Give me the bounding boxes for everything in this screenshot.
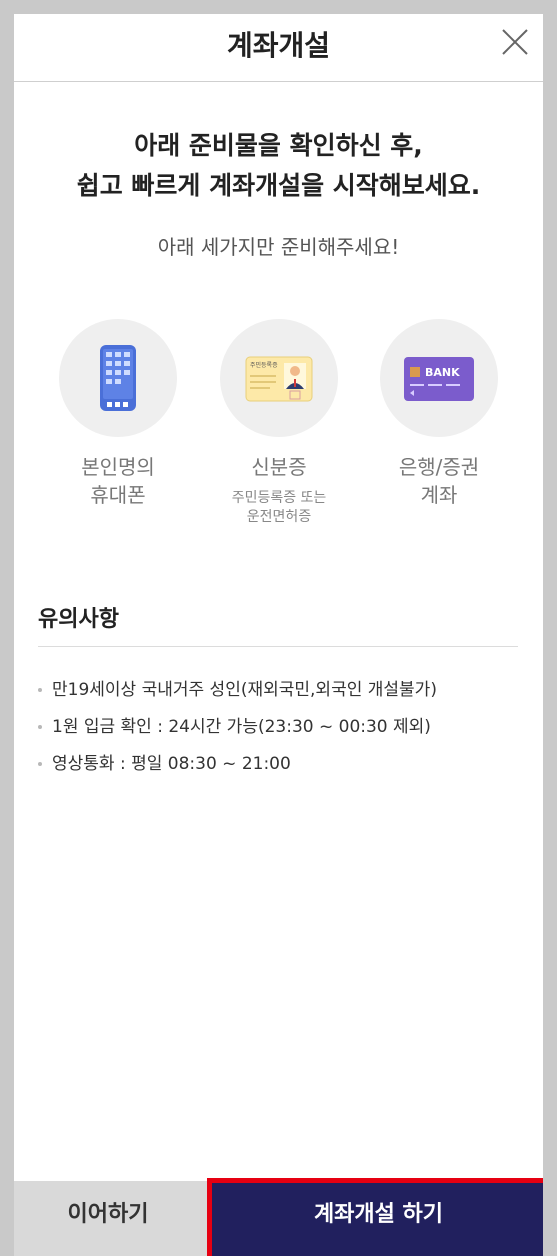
requirement-label: 본인명의 휴대폰 bbox=[38, 453, 198, 509]
note-line: 운전면허증 bbox=[246, 509, 312, 525]
notice-list: 만19세이상 국내거주 성인(재외국민,외국인 개설불가) 1원 입금 확인 :… bbox=[38, 672, 437, 783]
continue-button[interactable]: 이어하기 bbox=[14, 1181, 210, 1256]
headline-line-2: 쉽고 빠르게 계좌개설을 시작해보세요. bbox=[76, 171, 481, 200]
label-line: 휴대폰 bbox=[90, 483, 146, 507]
bank-card-icon: BANK bbox=[404, 357, 474, 401]
close-icon[interactable] bbox=[499, 26, 531, 58]
requirements-row: 본인명의 휴대폰 주민등록증 신분증 주민등록증 또는 운전면허증 BANK 은… bbox=[14, 319, 543, 549]
requirement-phone: 본인명의 휴대폰 bbox=[38, 319, 198, 509]
id-card-icon: 주민등록증 bbox=[245, 356, 313, 402]
id-card-circle: 주민등록증 bbox=[220, 319, 338, 437]
requirement-label: 은행/증권 계좌 bbox=[359, 453, 519, 509]
intro-headline: 아래 준비물을 확인하신 후, 쉽고 빠르게 계좌개설을 시작해보세요. bbox=[14, 126, 543, 206]
intro-subtitle: 아래 세가지만 준비해주세요! bbox=[157, 235, 400, 259]
notice-title: 유의사항 bbox=[38, 607, 119, 632]
modal-header: 계좌개설 bbox=[14, 14, 543, 82]
label-line: 은행/증권 bbox=[398, 455, 480, 479]
open-account-button[interactable]: 계좌개설 하기 bbox=[207, 1178, 543, 1256]
label-line: 계좌 bbox=[420, 483, 458, 507]
requirement-note: 주민등록증 또는 운전면허증 bbox=[199, 489, 359, 527]
notice-divider bbox=[38, 646, 518, 647]
headline-line-1: 아래 준비물을 확인하신 후, bbox=[134, 131, 423, 160]
label-line: 신분증 bbox=[251, 455, 307, 479]
requirement-bank-account: BANK 은행/증권 계좌 bbox=[359, 319, 519, 509]
page-title: 계좌개설 bbox=[226, 29, 331, 62]
smartphone-icon bbox=[100, 345, 136, 411]
bank-circle: BANK bbox=[380, 319, 498, 437]
requirement-id-card: 주민등록증 신분증 주민등록증 또는 운전면허증 bbox=[199, 319, 359, 527]
bank-card-text: BANK bbox=[425, 366, 460, 379]
phone-circle bbox=[59, 319, 177, 437]
notice-item: 만19세이상 국내거주 성인(재외국민,외국인 개설불가) bbox=[38, 672, 437, 709]
header-divider bbox=[14, 81, 543, 82]
label-line: 본인명의 bbox=[81, 455, 155, 479]
requirement-label: 신분증 bbox=[199, 453, 359, 481]
id-card-text: 주민등록증 bbox=[250, 361, 278, 369]
account-opening-modal: 계좌개설 아래 준비물을 확인하신 후, 쉽고 빠르게 계좌개설을 시작해보세요… bbox=[14, 14, 543, 1256]
notice-item: 영상통화 : 평일 08:30 ~ 21:00 bbox=[38, 746, 437, 783]
note-line: 주민등록증 또는 bbox=[231, 490, 327, 506]
notice-item: 1원 입금 확인 : 24시간 가능(23:30 ~ 00:30 제외) bbox=[38, 709, 437, 746]
